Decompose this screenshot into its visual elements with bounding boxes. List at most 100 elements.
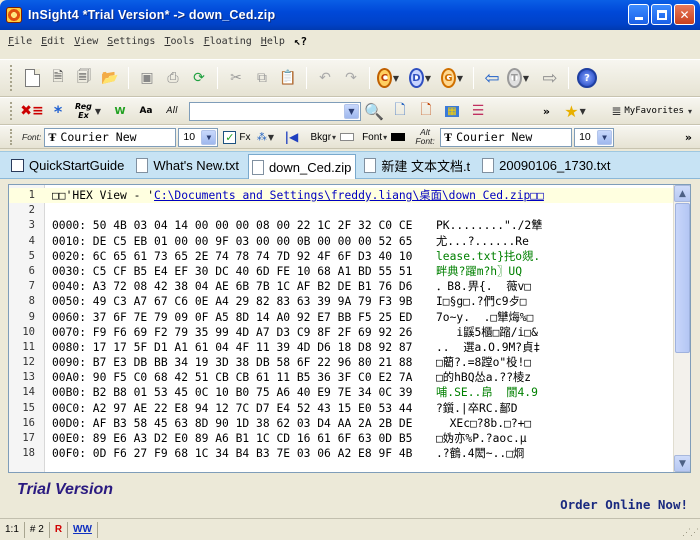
refresh-button[interactable]: ⟳	[188, 67, 210, 89]
editor-line[interactable]: 1 □□'HEX View - ' C:\Documents and Settin…	[9, 188, 674, 204]
hex-row[interactable]: 3 0000: 50 4B 03 04 14 00 00 00 08 00 22 …	[9, 218, 674, 233]
hex-row[interactable]: 5 0020: 6C 65 61 73 65 2E 74 78 74 7D 92 …	[9, 249, 674, 264]
readonly-indicator[interactable]: R	[50, 521, 69, 538]
menu-floating[interactable]: Floating	[204, 36, 252, 47]
whole-word-button[interactable]: W	[109, 100, 131, 122]
open-folder-button[interactable]: 📂	[99, 67, 121, 89]
find-in-file-button[interactable]: 🗋	[389, 100, 411, 122]
clear-button[interactable]: ✖≡	[20, 100, 43, 122]
tab-down-ced-zip[interactable]: down_Ced.zip	[247, 154, 357, 179]
alt-font-select[interactable]: Ŧ Courier New	[440, 127, 573, 147]
menu-tools[interactable]: Tools	[164, 36, 194, 47]
hex-row[interactable]: 8 0050: 49 C3 A7 67 C6 0E A4 29 82 83 63 …	[9, 294, 674, 309]
redo-button[interactable]: ↷	[340, 67, 362, 89]
fx-checkbox[interactable]: ✓	[223, 130, 237, 144]
new-file-button[interactable]	[21, 67, 43, 89]
d-drive-button[interactable]: D ▼	[409, 67, 431, 89]
scroll-thumb[interactable]	[675, 203, 690, 353]
tab-20090106[interactable]: 20090106_1730.txt	[479, 153, 614, 177]
find-in-files-button[interactable]: 🗋	[415, 100, 437, 122]
toolbar-overflow-button[interactable]: »	[685, 131, 692, 144]
font-size-dropdown[interactable]: ▼	[201, 129, 217, 145]
order-online-link[interactable]: Order Online Now!	[560, 497, 688, 512]
toolbar-grip[interactable]	[10, 129, 13, 145]
context-help-icon[interactable]: ↖?	[294, 35, 307, 48]
hex-row[interactable]: 7 0040: A3 72 08 42 38 04 AE 6B 7B 1C AF …	[9, 279, 674, 294]
editor-line[interactable]: 2	[9, 203, 674, 218]
hex-row[interactable]: 9 0060: 37 6F 7E 79 09 0F A5 8D 14 A0 92 …	[9, 310, 674, 325]
alt-font-size-dropdown[interactable]: ▼	[597, 129, 613, 145]
back-button[interactable]: ⇦	[481, 67, 503, 89]
menu-help[interactable]: Help	[261, 36, 285, 47]
c-drive-button[interactable]: C ▼	[377, 67, 399, 89]
font-select[interactable]: Ŧ Courier New	[44, 127, 177, 147]
wildcard-button[interactable]: *	[47, 100, 69, 122]
hex-row[interactable]: 15 00C0: A2 97 AE 22 E8 94 12 7C D7 E4 52…	[9, 401, 674, 416]
menu-edit[interactable]: Edit	[41, 36, 65, 47]
undo-button[interactable]: ↶	[314, 67, 336, 89]
find-button[interactable]: 🔍	[363, 100, 385, 122]
paste-button[interactable]: 📋	[277, 67, 299, 89]
vertical-scrollbar[interactable]: ▲ ▼	[673, 185, 690, 472]
close-button[interactable]: ✕	[674, 4, 695, 25]
word-wrap-indicator[interactable]: WW	[68, 521, 98, 538]
cut-button[interactable]: ✂	[225, 67, 247, 89]
copy-button[interactable]: ⧉	[251, 67, 273, 89]
hex-row[interactable]: 17 00E0: 89 E6 A3 D2 E0 89 A6 B1 1C CD 16…	[9, 431, 674, 446]
font-color-swatch[interactable]	[391, 133, 406, 141]
hex-row[interactable]: 13 00A0: 90 F5 C0 68 42 51 CB CB 61 11 B5…	[9, 370, 674, 385]
hex-row[interactable]: 4 0010: DE C5 EB 01 00 00 9F 03 00 00 0B …	[9, 234, 674, 249]
scroll-down-button[interactable]: ▼	[674, 455, 690, 472]
font-size-select[interactable]: 10 ▼	[178, 127, 219, 147]
scroll-up-button[interactable]: ▲	[674, 185, 690, 202]
match-case-button[interactable]: Aa	[135, 100, 157, 122]
toolbar-grip[interactable]	[10, 101, 13, 121]
highlight-button[interactable]: ▦	[441, 100, 463, 122]
search-all-button[interactable]: All	[161, 100, 183, 122]
favorites-star-button[interactable]: ★ ▼	[564, 100, 586, 122]
maximize-button[interactable]	[651, 4, 672, 25]
hex-editor[interactable]: 1 □□'HEX View - ' C:\Documents and Settin…	[8, 184, 691, 473]
hex-row[interactable]: 16 00D0: AF B3 58 45 63 8D 90 1D 38 62 03…	[9, 416, 674, 431]
alt-font-size-select[interactable]: 10 ▼	[574, 127, 615, 147]
find-doc-icon: 🗋	[394, 102, 406, 118]
search-input[interactable]: ▼	[189, 101, 361, 121]
app-icon[interactable]	[6, 7, 22, 23]
hex-row[interactable]: 12 0090: B7 E3 DB BB 34 19 3D 38 DB 58 6F…	[9, 355, 674, 370]
menu-view[interactable]: View	[74, 36, 98, 47]
hex-row[interactable]: 11 0080: 17 17 5F D1 A1 61 04 4F 11 39 4D…	[9, 340, 674, 355]
tab-whats-new[interactable]: What's New.txt	[133, 153, 243, 177]
print-button[interactable]: ⎙	[162, 67, 184, 89]
hex-row[interactable]: 6 0030: C5 CF B5 E4 EF 30 DC 40 6D FE 10 …	[9, 264, 674, 279]
menu-settings[interactable]: Settings	[107, 36, 155, 47]
hex-row[interactable]: 18 00F0: 0D F6 27 F9 68 1C 34 B4 B3 7E 03…	[9, 446, 674, 461]
bookmark-button[interactable]: |◀	[282, 128, 300, 146]
tab-new-text-doc[interactable]: 新建 文本文档.t	[361, 153, 474, 177]
save-button[interactable]: ▣	[136, 67, 158, 89]
style-button[interactable]: ⁂ ▼	[256, 128, 274, 146]
folder-icon: 📂	[101, 70, 119, 86]
search-dropdown-button[interactable]: ▼	[344, 103, 359, 119]
hex-row[interactable]: 14 00B0: B2 B8 01 53 45 0C 10 B0 75 A6 40…	[9, 385, 674, 400]
file-path-link[interactable]: C:\Documents and Settings\freddy.liang\桌…	[154, 188, 544, 203]
regex-button[interactable]: Reg Ex ▼	[73, 100, 101, 122]
list-button[interactable]: ☰	[467, 100, 489, 122]
favorites-button[interactable]: ≣ MyFavorites ▾	[611, 104, 692, 118]
new-template-button[interactable]: 🗎	[47, 67, 69, 89]
font-color-label[interactable]: Font	[362, 132, 382, 143]
editor-lines[interactable]: 1 □□'HEX View - ' C:\Documents and Settin…	[9, 188, 674, 461]
tab-quickstartguide[interactable]: QuickStartGuide	[8, 153, 128, 177]
background-color-swatch[interactable]	[340, 133, 355, 141]
toolbar-grip[interactable]	[10, 65, 13, 91]
t-button[interactable]: T ▼	[507, 67, 529, 89]
resize-grip-icon[interactable]: ⋰⋰	[682, 527, 699, 538]
toolbar-overflow-button[interactable]: »	[543, 105, 550, 118]
help-button[interactable]: ?	[576, 67, 598, 89]
recent-files-button[interactable]: 🗐	[73, 67, 95, 89]
minimize-button[interactable]	[628, 4, 649, 25]
forward-button[interactable]: ⇨	[539, 67, 561, 89]
bkgr-label[interactable]: Bkgr	[310, 132, 331, 143]
hex-row[interactable]: 10 0070: F9 F6 69 F2 79 35 99 4D A7 D3 C9…	[9, 325, 674, 340]
menu-file[interactable]: File	[8, 36, 32, 47]
g-drive-button[interactable]: G ▼	[441, 67, 463, 89]
